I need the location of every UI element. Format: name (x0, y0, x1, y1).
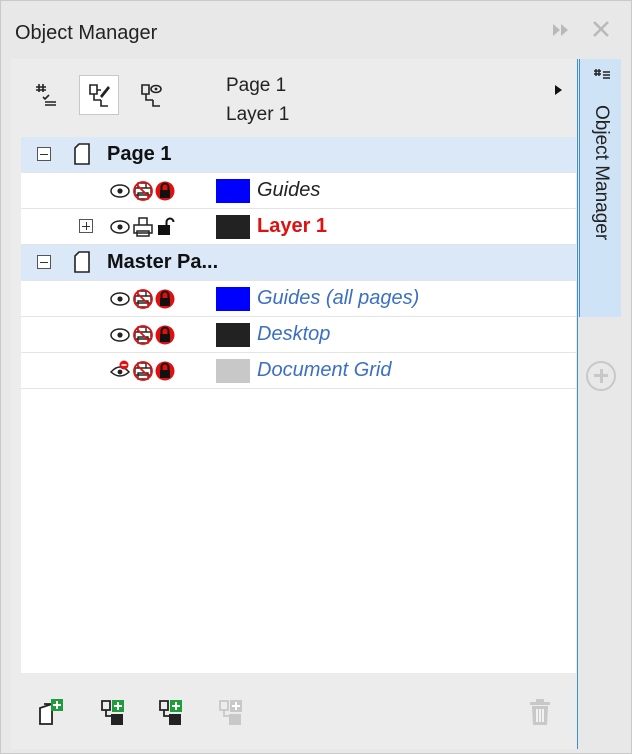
object-manager-docker-tab[interactable]: Object Manager (579, 59, 621, 317)
layer-manager-view-icon (141, 84, 162, 107)
printer-disabled-icon[interactable] (132, 180, 154, 202)
close-icon[interactable] (589, 19, 613, 43)
eye-icon[interactable] (109, 180, 131, 202)
tree-row-label: Guides (all pages) (257, 287, 420, 309)
page-icon (74, 251, 90, 273)
docker-tab-label: Object Manager (591, 105, 612, 241)
tree-row-label: Page 1 (107, 143, 172, 165)
tree-row-desktop[interactable]: Desktop (21, 317, 576, 353)
lock-open-icon[interactable] (154, 216, 176, 238)
panel-title: Object Manager (15, 22, 158, 44)
eye-icon[interactable] (109, 288, 131, 310)
layer-manager-view-button[interactable] (131, 75, 171, 115)
edit-across-layers-icon (89, 84, 110, 107)
docker-tab-strip: Object Manager (579, 59, 623, 749)
printer-icon[interactable] (132, 216, 154, 238)
layer-color-swatch[interactable] (216, 215, 250, 239)
tree-row-guides[interactable]: Guides (21, 173, 576, 209)
object-manager-content: Page 1 Layer 1 Page 1 Guides Layer 1 Mas… (11, 59, 578, 749)
tree-row-label: Layer 1 (257, 215, 328, 237)
new-master-page-icon (39, 699, 63, 725)
eye-icon[interactable] (109, 324, 131, 346)
printer-disabled-icon[interactable] (132, 324, 154, 346)
current-page-layer-breadcrumb: Page 1 Layer 1 (226, 71, 289, 129)
current-layer-label: Layer 1 (226, 104, 290, 125)
tree-row-label: Master Pa... (107, 251, 219, 273)
lock-closed-icon[interactable] (154, 180, 176, 202)
new-master-page-button[interactable] (37, 697, 65, 727)
lock-closed-icon[interactable] (154, 288, 176, 310)
tree-row-document-grid[interactable]: Document Grid (21, 353, 576, 389)
triangle-right-icon[interactable] (551, 83, 565, 97)
new-layer-icon (101, 700, 124, 725)
new-layer-button[interactable] (99, 697, 127, 727)
tree-row-layer-1[interactable]: Layer 1 (21, 209, 576, 245)
collapse-icon[interactable] (37, 147, 51, 161)
eye-hidden-icon[interactable] (109, 360, 131, 382)
current-page-label: Page 1 (226, 75, 287, 96)
new-master-layer-all-pages-button[interactable] (217, 697, 245, 727)
object-manager-panel: Object Manager Page 1 Layer 1 Page 1 Gui… (0, 0, 632, 754)
printer-disabled-icon[interactable] (132, 288, 154, 310)
delete-button[interactable] (526, 697, 554, 727)
new-master-layer-icon (159, 700, 182, 725)
object-manager-icon (594, 69, 610, 79)
title-bar: Object Manager (1, 1, 632, 59)
edit-across-layers-button[interactable] (79, 75, 119, 115)
tree-row-label: Desktop (257, 323, 331, 345)
double-chevron-right-icon[interactable] (549, 19, 573, 43)
layer-color-swatch[interactable] (216, 179, 250, 203)
layer-color-swatch[interactable] (216, 359, 250, 383)
tree-row-master-page[interactable]: Master Pa... (21, 245, 576, 281)
expand-icon[interactable] (79, 219, 93, 233)
layer-color-swatch[interactable] (216, 287, 250, 311)
layer-color-swatch[interactable] (216, 323, 250, 347)
collapse-icon[interactable] (37, 255, 51, 269)
plus-circle-icon[interactable] (586, 361, 616, 391)
printer-disabled-icon[interactable] (132, 360, 154, 382)
new-master-layer-button[interactable] (157, 697, 185, 727)
tree-row-page-1[interactable]: Page 1 (21, 137, 576, 173)
page-icon (74, 143, 90, 165)
new-master-layer-all-pages-icon (219, 700, 242, 725)
object-manager-toolbar: Page 1 Layer 1 (21, 59, 576, 137)
show-object-properties-icon (36, 84, 56, 106)
lock-closed-icon[interactable] (154, 324, 176, 346)
delete-icon (530, 699, 550, 725)
tree-row-label: Guides (257, 179, 321, 201)
eye-icon[interactable] (109, 216, 131, 238)
lock-closed-icon[interactable] (154, 360, 176, 382)
tree-row-guides-all-pages[interactable]: Guides (all pages) (21, 281, 576, 317)
object-tree: Page 1 Guides Layer 1 Master Pa... Guide… (21, 137, 576, 673)
show-object-properties-button[interactable] (27, 75, 67, 115)
object-manager-bottom-toolbar (21, 673, 576, 749)
tree-row-label: Document Grid (257, 359, 392, 381)
